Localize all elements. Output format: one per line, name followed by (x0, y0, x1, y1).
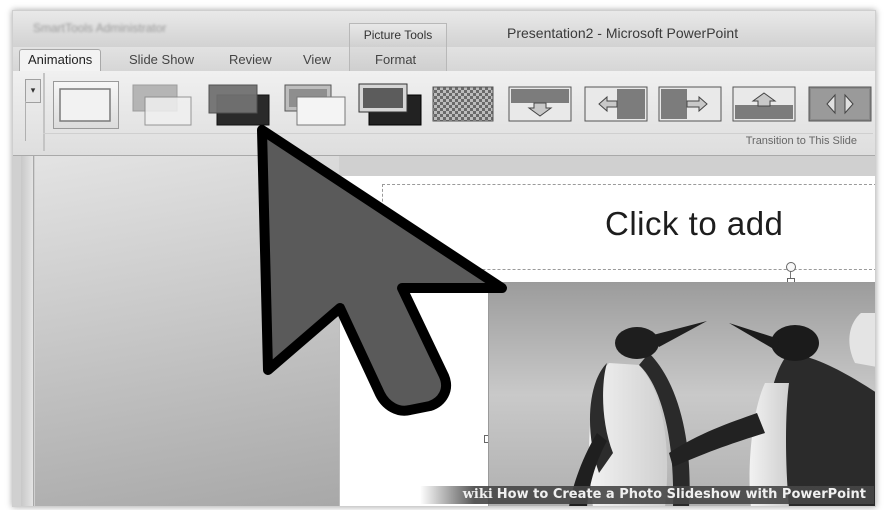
tab-view[interactable]: View (303, 51, 331, 71)
penguins-photo (489, 283, 875, 506)
split-icon (808, 86, 872, 122)
transition-wipe-right[interactable] (657, 81, 722, 127)
ribbon-tab-row: Animations Slide Show Review View Format (13, 47, 875, 72)
watermark-caption: How to Create a Photo Slideshow with Pow… (496, 487, 866, 502)
slide-picture[interactable] (488, 282, 875, 506)
tab-animations[interactable]: Animations (19, 49, 102, 72)
ribbon-group-label: Transition to This Slide (745, 135, 857, 147)
gallery-divider (43, 73, 45, 151)
wikihow-watermark: wiki How to Create a Photo Slideshow with… (420, 486, 874, 504)
window-title: Presentation2 - Microsoft PowerPoint (507, 25, 739, 41)
quick-access-toolbar[interactable]: SmartTools Administrator (33, 21, 333, 37)
fade-smoothly-icon (132, 84, 192, 126)
transition-wipe-left[interactable] (583, 81, 648, 127)
title-placeholder-text: Click to add (605, 205, 784, 242)
transition-split[interactable] (807, 81, 872, 127)
transition-fade-smoothly[interactable] (127, 81, 192, 127)
picture-tools-context-tab: Picture Tools (349, 23, 447, 48)
gallery-scroll-track (25, 101, 40, 141)
wipe-up-icon (732, 86, 796, 122)
wipe-right-icon (658, 86, 722, 122)
title-bar: SmartTools Administrator Picture Tools P… (13, 11, 875, 48)
gallery-scroll-button[interactable]: ▾ (25, 79, 41, 103)
wikihow-logo-text: wiki (462, 487, 493, 502)
transition-no-transition[interactable] (53, 81, 119, 129)
tab-review[interactable]: Review (229, 51, 272, 71)
mouse-pointer-arrow-icon (257, 125, 507, 416)
wipe-left-icon (584, 86, 648, 122)
tab-format[interactable]: Format (375, 51, 416, 71)
slides-pane-edge[interactable] (21, 156, 34, 506)
transition-wipe-up[interactable] (731, 81, 796, 127)
no-transition-icon (59, 88, 111, 122)
rotation-handle[interactable] (786, 262, 796, 272)
tab-slide-show[interactable]: Slide Show (129, 51, 194, 71)
